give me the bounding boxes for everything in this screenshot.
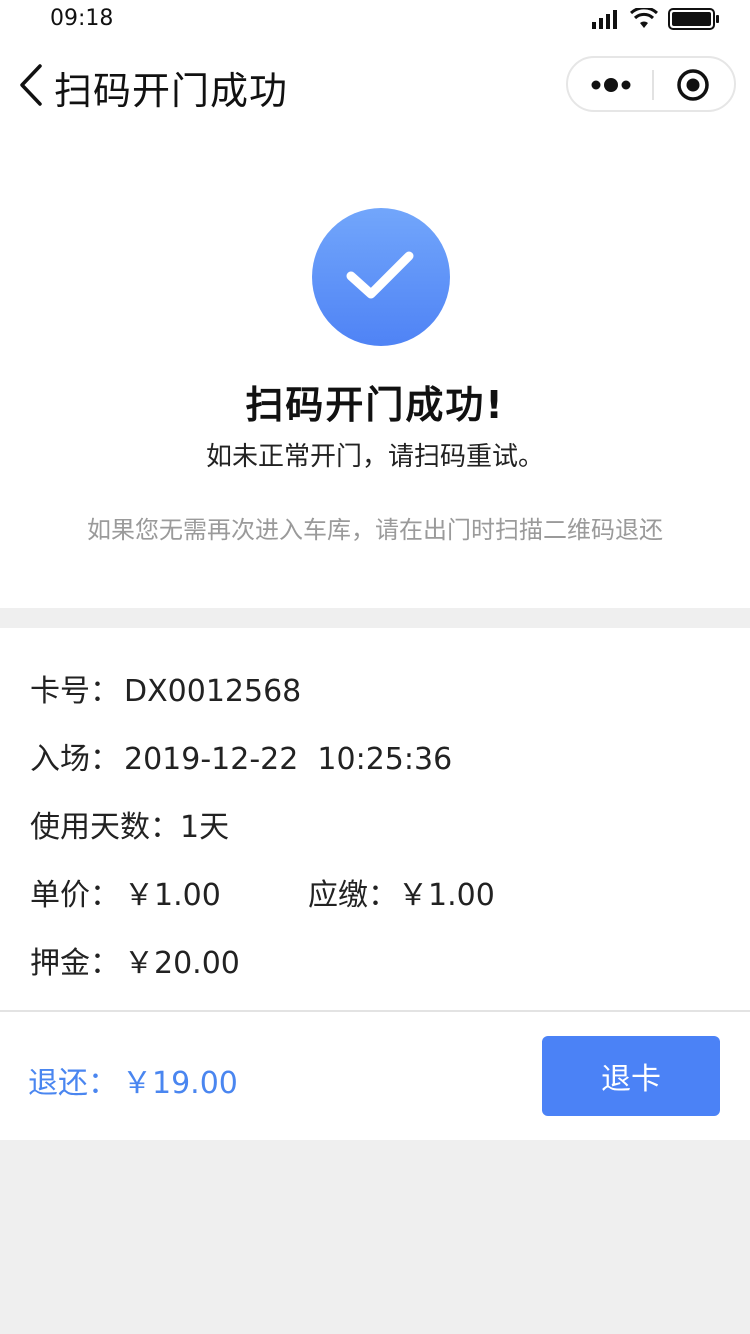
card-number-value: DX0012568	[124, 674, 302, 709]
close-button[interactable]	[676, 68, 710, 102]
usage-days-label: 使用天数：	[30, 810, 180, 845]
back-button[interactable]	[14, 62, 50, 108]
usage-days-row: 使用天数：1天	[30, 802, 229, 846]
success-card: 扫码开门成功! 如未正常开门，请扫码重试。 如果您无需再次进入车库，请在出门时扫…	[0, 130, 750, 608]
entry-time-label: 入场：	[30, 742, 120, 777]
status-bar: 09:18	[0, 0, 750, 40]
success-subtitle: 如未正常开门，请扫码重试。	[205, 442, 544, 472]
refund-label: 退还：	[28, 1066, 118, 1101]
success-title: 扫码开门成功!	[245, 383, 505, 427]
amount-due-value: ￥1.00	[398, 878, 495, 913]
close-target-icon	[677, 69, 709, 101]
usage-days-value: 1天	[180, 810, 230, 845]
more-button[interactable]	[590, 72, 634, 98]
return-card-button[interactable]: 退卡	[542, 1036, 720, 1116]
nav-bar: 扫码开门成功	[0, 40, 750, 130]
refund-amount: 退还： ￥19.00	[28, 1058, 238, 1102]
action-bar: 退还： ￥19.00 退卡	[0, 1010, 750, 1140]
parking-info-card: 卡号： DX0012568 入场： 2019-12-22 10:25:36 使用天数…	[0, 628, 750, 1010]
unit-price-row: 单价： ￥1.00	[30, 870, 221, 914]
success-badge	[312, 208, 450, 346]
amount-due-label: 应缴：	[308, 878, 398, 913]
battery-icon	[668, 8, 719, 30]
capsule-divider	[652, 70, 654, 100]
more-icon	[591, 78, 631, 92]
deposit-value: ￥20.00	[124, 946, 240, 981]
back-arrow-icon	[20, 64, 42, 106]
mini-program-capsule	[566, 56, 736, 112]
amount-due-row: 应缴：￥1.00	[308, 870, 495, 914]
unit-price-value: ￥1.00	[124, 878, 221, 913]
check-icon	[346, 251, 414, 299]
wifi-icon	[630, 8, 658, 28]
entry-time-value: 2019-12-22 10:25:36	[124, 742, 453, 777]
page-title: 扫码开门成功	[54, 69, 289, 113]
entry-time-row: 入场： 2019-12-22 10:25:36	[30, 734, 452, 778]
signal-icon	[592, 10, 617, 29]
unit-price-label: 单价：	[30, 878, 120, 913]
success-hint: 如果您无需再次进入车库，请在出门时扫描二维码退还	[87, 516, 663, 544]
deposit-row: 押金： ￥20.00	[30, 938, 240, 982]
card-number-row: 卡号： DX0012568	[30, 666, 301, 710]
status-time: 09:18	[50, 6, 114, 31]
card-number-label: 卡号：	[30, 674, 120, 709]
deposit-label: 押金：	[30, 946, 120, 981]
status-icons	[592, 8, 720, 30]
refund-value: ￥19.00	[122, 1066, 238, 1101]
